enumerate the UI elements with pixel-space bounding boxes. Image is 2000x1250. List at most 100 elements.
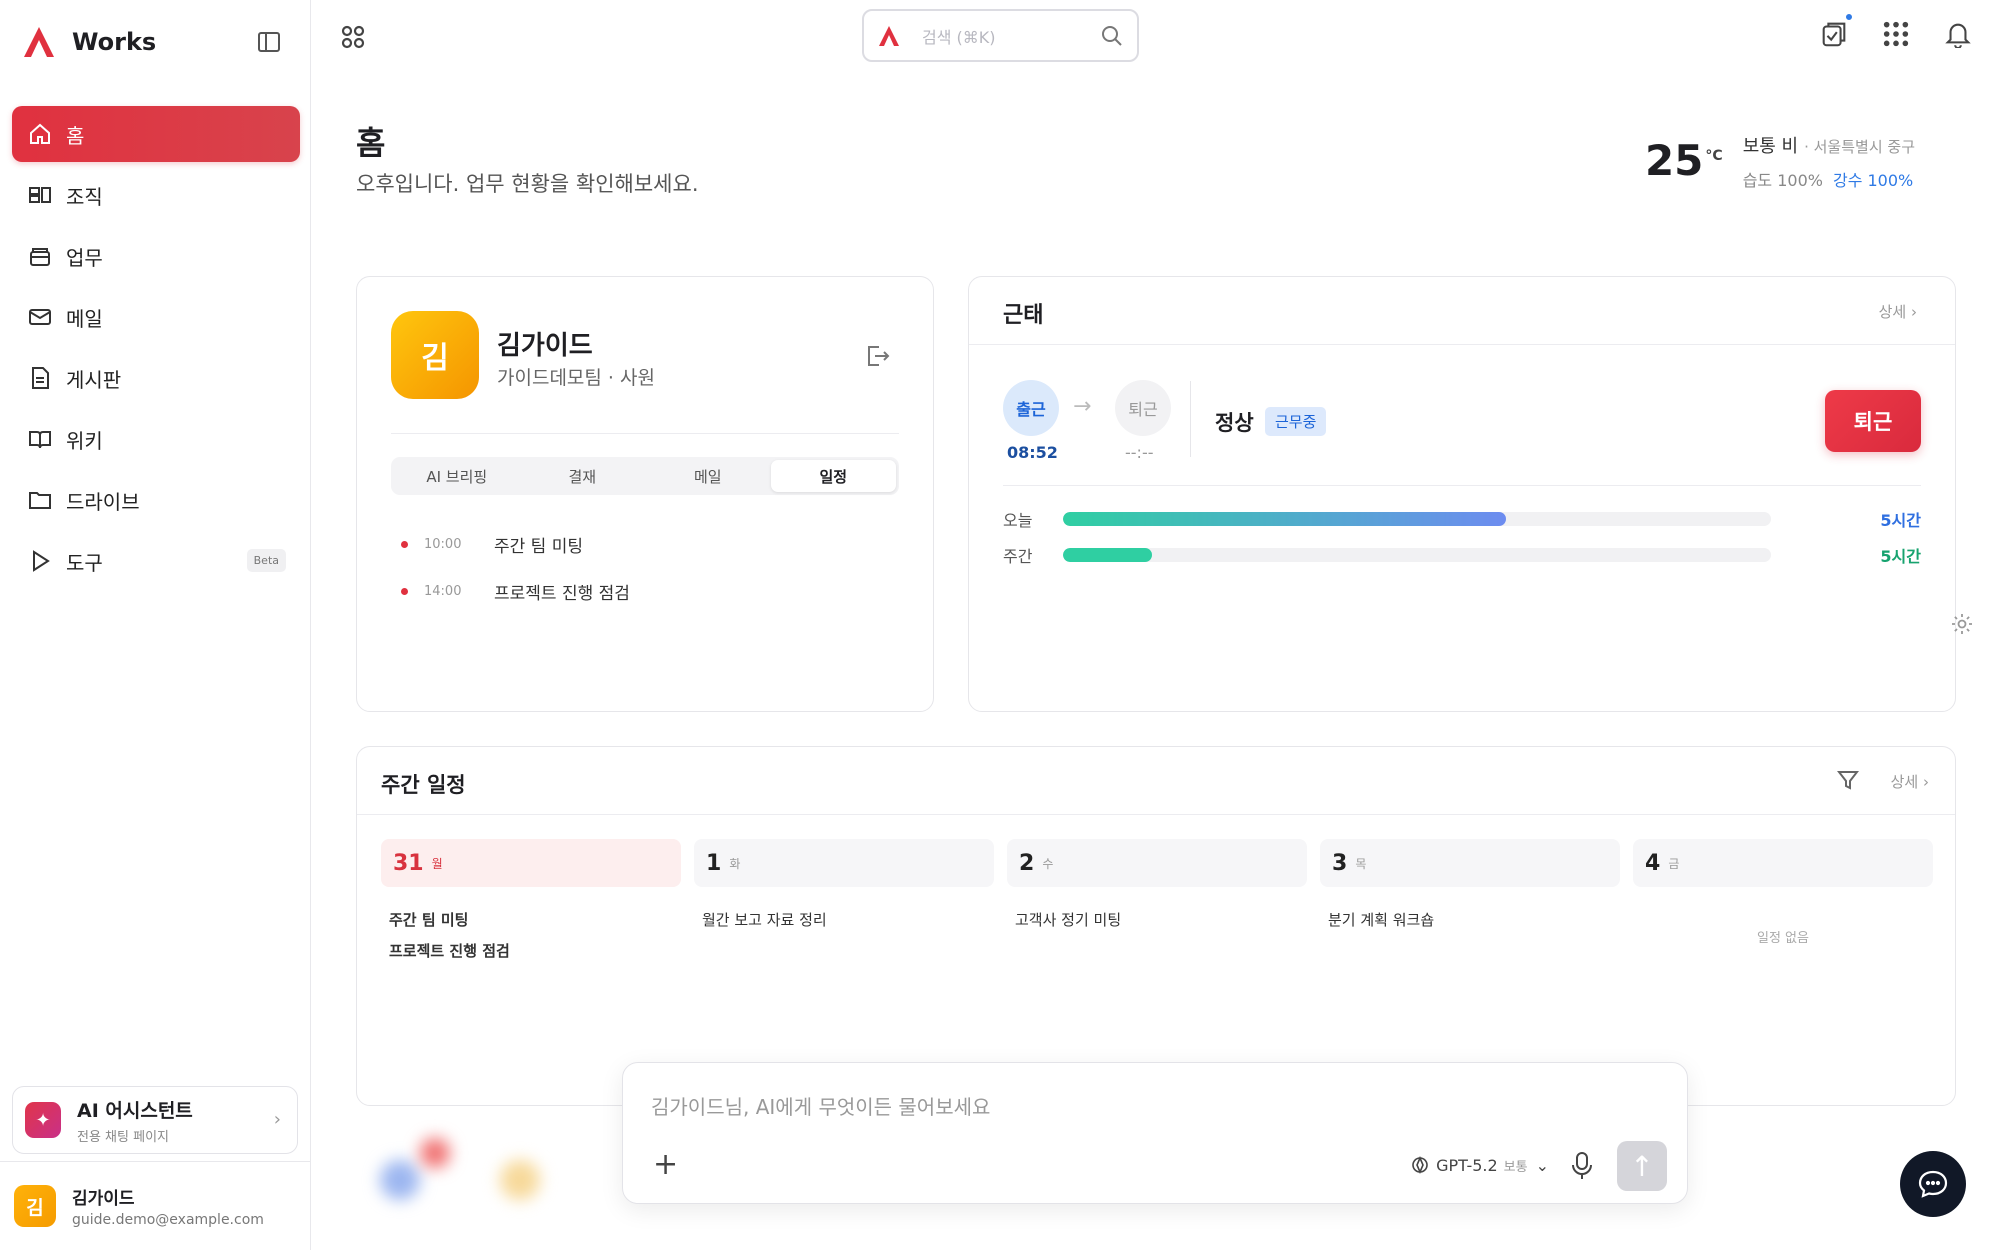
- avatar: 김: [14, 1185, 56, 1227]
- week-progress-track: [1063, 548, 1771, 562]
- no-events-text: 일정 없음: [1757, 931, 1809, 946]
- schedule-title: 프로젝트 진행 점검: [494, 584, 630, 604]
- app-grid-icon[interactable]: [1880, 18, 1912, 50]
- board-icon: [28, 366, 52, 390]
- org-icon: [28, 183, 52, 207]
- search-icon[interactable]: [1101, 25, 1123, 47]
- schedule-item[interactable]: 10:00 주간 팀 미팅: [401, 532, 861, 557]
- week-hours-value: 5시간: [1880, 547, 1921, 566]
- day-name: 목: [1355, 856, 1367, 871]
- avatar: 김: [391, 311, 479, 399]
- attendance-card: 근태 상세 › 출근 08:52 → 퇴근 --:-- 정상 근무중 퇴근 오늘…: [968, 276, 1956, 712]
- add-attachment-icon[interactable]: +: [653, 1147, 678, 1182]
- play-icon: [28, 549, 52, 573]
- sidebar-item-label: 게시판: [66, 367, 122, 392]
- day-name: 수: [1042, 856, 1054, 871]
- ai-assistant-title: AI 어시스턴트: [77, 1099, 193, 1122]
- user-name: 김가이드: [72, 1189, 135, 1209]
- app-logo[interactable]: Works: [22, 26, 156, 58]
- day-header: 3목: [1320, 839, 1620, 887]
- day-header: 4금: [1633, 839, 1933, 887]
- day-number: 1: [706, 850, 722, 876]
- attendance-title: 근태: [1003, 303, 1044, 328]
- microphone-icon[interactable]: [1571, 1151, 1593, 1181]
- sparkle-icon: ✦: [25, 1102, 61, 1138]
- ai-chat-box: 김가이드님, AI에게 무엇이든 물어보세요 + GPT-5.2 보통 ⌄ ↑: [622, 1062, 1688, 1204]
- ai-assistant-card[interactable]: ✦ AI 어시스턴트 전용 채팅 페이지 ›: [12, 1086, 298, 1154]
- approval-icon[interactable]: [1818, 12, 1854, 50]
- day-event[interactable]: 월간 보고 자료 정리: [694, 909, 994, 930]
- tab-approval[interactable]: 결재: [520, 460, 646, 492]
- day-column-wed[interactable]: 2수 고객사 정기 미팅: [1007, 839, 1307, 930]
- week-hours-row: 주간 5시간: [1003, 543, 1921, 567]
- app-name: Works: [72, 28, 157, 56]
- model-selector[interactable]: GPT-5.2 보통 ⌄: [1410, 1155, 1549, 1175]
- blurred-dock-item: [500, 1160, 540, 1200]
- sidebar-item-mail[interactable]: 메일: [12, 289, 300, 345]
- task-icon: [28, 244, 52, 268]
- sidebar-item-board[interactable]: 게시판: [12, 350, 300, 406]
- user-profile[interactable]: 김 김가이드 guide.demo@example.com: [0, 1161, 311, 1250]
- today-label: 오늘: [1003, 511, 1033, 530]
- beta-badge: Beta: [246, 549, 286, 572]
- weather-location: · 서울특별시 중구: [1804, 138, 1915, 156]
- day-column-thu[interactable]: 3목 분기 계획 워크숍: [1320, 839, 1620, 930]
- chat-fab-button[interactable]: [1900, 1151, 1966, 1217]
- home-icon: [28, 122, 52, 146]
- day-event[interactable]: 고객사 정기 미팅: [1007, 909, 1307, 930]
- day-event[interactable]: 프로젝트 진행 점검: [381, 940, 681, 961]
- day-column-tue[interactable]: 1화 월간 보고 자료 정리: [694, 839, 994, 930]
- today-progress-track: [1063, 512, 1771, 526]
- user-email: guide.demo@example.com: [72, 1212, 264, 1228]
- day-column-mon[interactable]: 31 월 주간 팀 미팅 프로젝트 진행 점검: [381, 839, 681, 961]
- tab-ai-briefing[interactable]: AI 브리핑: [394, 460, 520, 492]
- weekly-detail-link[interactable]: 상세 ›: [1891, 771, 1929, 792]
- search-input[interactable]: 검색 (⌘K): [862, 9, 1139, 62]
- attendance-detail-link[interactable]: 상세 ›: [1879, 301, 1917, 322]
- arrow-right-icon: →: [1073, 394, 1092, 419]
- sidebar-item-wiki[interactable]: 위키: [12, 411, 300, 467]
- day-number: 2: [1019, 850, 1035, 876]
- schedule-title: 주간 팀 미팅: [494, 537, 584, 557]
- profile-team: 가이드데모팀 · 사원: [497, 367, 655, 389]
- topbar-actions: [1788, 12, 1974, 50]
- day-event[interactable]: 분기 계획 워크숍: [1320, 909, 1620, 930]
- week-label: 주간: [1003, 547, 1033, 566]
- tab-schedule[interactable]: 일정: [770, 460, 896, 492]
- sidebar-item-label: 도구: [66, 550, 103, 575]
- sidebar-item-task[interactable]: 업무: [12, 228, 300, 284]
- sidebar-item-drive[interactable]: 드라이브: [12, 472, 300, 528]
- day-event[interactable]: 주간 팀 미팅: [381, 909, 681, 930]
- weekly-header: 주간 일정 상세 ›: [357, 747, 1955, 815]
- weekly-schedule-card: 주간 일정 상세 › 31 월 주간 팀 미팅 프로젝트 진행 점검 1화 월간 …: [356, 746, 1956, 1106]
- logout-icon[interactable]: [865, 343, 891, 369]
- schedule-item[interactable]: 14:00 프로젝트 진행 점검: [401, 579, 861, 604]
- chat-input[interactable]: 김가이드님, AI에게 무엇이든 물어보세요: [651, 1091, 990, 1120]
- day-header: 1화: [694, 839, 994, 887]
- sidebar-item-tools[interactable]: 도구 Beta: [12, 533, 300, 589]
- day-name: 월: [431, 856, 443, 871]
- day-column-fri[interactable]: 4금 일정 없음: [1633, 839, 1933, 946]
- search-placeholder: 검색 (⌘K): [922, 27, 996, 47]
- bell-icon[interactable]: [1942, 18, 1974, 50]
- sidebar-item-home[interactable]: 홈: [12, 106, 300, 162]
- precipitation: 강수 100%: [1832, 171, 1914, 190]
- filter-icon[interactable]: [1837, 769, 1859, 791]
- sidebar-item-label: 조직: [66, 184, 103, 209]
- profile-name: 김가이드: [497, 331, 593, 361]
- folder-icon: [28, 488, 52, 512]
- send-button[interactable]: ↑: [1617, 1141, 1667, 1191]
- sidebar-item-org[interactable]: 조직: [12, 167, 300, 223]
- tab-mail[interactable]: 메일: [645, 460, 771, 492]
- sidebar-toggle-icon[interactable]: [258, 32, 280, 52]
- sidebar-item-label: 메일: [66, 306, 103, 331]
- clock-in-time: 08:52: [1007, 443, 1058, 462]
- sidebar-item-label: 홈: [66, 123, 85, 148]
- status-badge: 근무중: [1265, 407, 1327, 436]
- today-hours-row: 오늘 5시간: [1003, 507, 1921, 531]
- widget-grid-icon[interactable]: [340, 24, 366, 50]
- page-title: 홈: [356, 124, 386, 162]
- gear-icon[interactable]: [1950, 612, 1974, 636]
- attendance-header: 근태 상세 ›: [969, 277, 1955, 345]
- clock-out-button[interactable]: 퇴근: [1825, 390, 1921, 452]
